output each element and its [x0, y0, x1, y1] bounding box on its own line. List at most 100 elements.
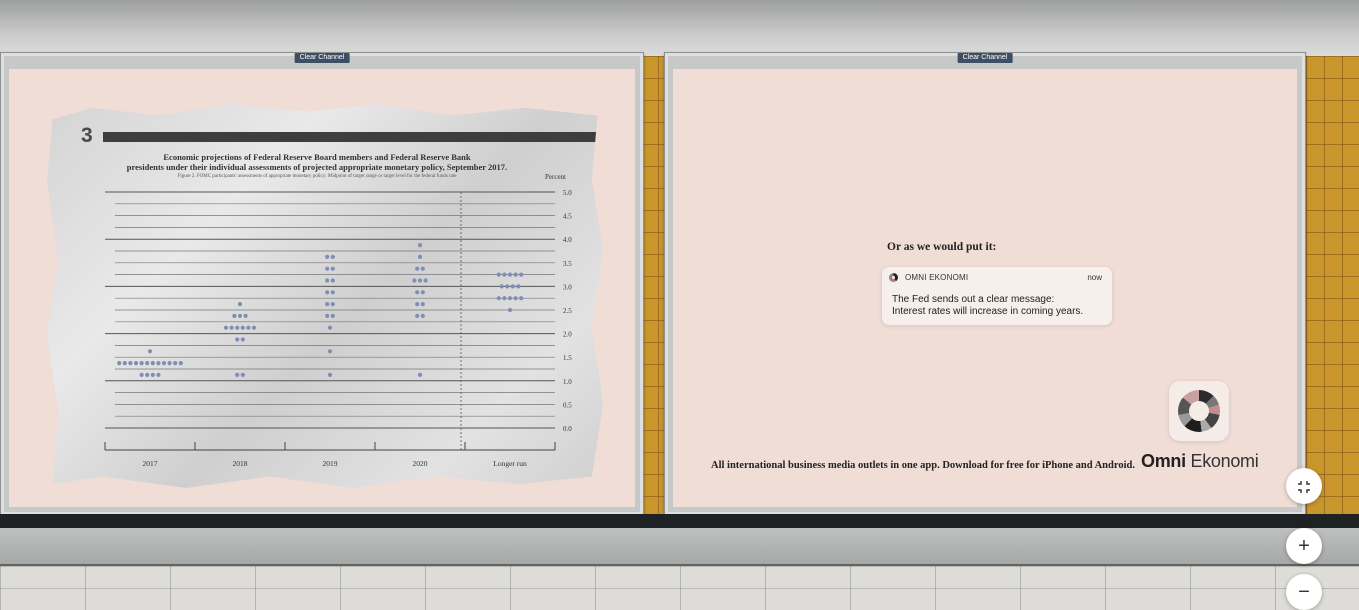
dot-plot-chart: 5.0 4.5 4.0 3.5 3.0 2.5 2.0 1.5 1.0 0.5 0.0 2017 201… [104, 189, 572, 468]
y-tick-label: 3.5 [563, 260, 572, 268]
participant-dot [325, 254, 330, 259]
billboard-brand-tag: Clear Channel [957, 53, 1013, 63]
participant-dot [150, 361, 155, 366]
participant-dot [330, 266, 335, 271]
exit-fullscreen-icon [1298, 480, 1310, 493]
ad-lead-text: Or as we would put it: [887, 241, 997, 253]
participant-dot [423, 278, 428, 283]
participant-dot [519, 296, 524, 301]
participant-dot [237, 313, 243, 318]
omni-ekonomi-app-icon [1169, 381, 1229, 441]
exit-fullscreen-button[interactable] [1286, 468, 1322, 504]
y-tick-label: 0.0 [563, 425, 572, 433]
notification-line-1: The Fed sends out a clear message: [892, 294, 1055, 305]
participant-dot [513, 272, 518, 277]
participant-dot [251, 325, 257, 330]
participant-dot [237, 302, 243, 307]
billboard-right: Clear Channel Or as we would put it: OMN… [664, 52, 1306, 516]
participant-dot [330, 302, 335, 307]
notification-line-2: Interest rates will increase in coming y… [892, 306, 1084, 317]
participant-dot [150, 372, 155, 377]
participant-dot [327, 372, 333, 377]
participant-dot [240, 372, 245, 377]
participant-dot [505, 284, 510, 289]
participant-dot [122, 361, 127, 366]
participant-dot [496, 272, 501, 277]
billboard-left: Clear Channel 3 Economic projections of … [0, 52, 644, 516]
notification-card: OMNI EKONOMI now The Fed sends out a cle… [882, 267, 1112, 325]
participant-dot [417, 372, 423, 377]
participant-dot [240, 325, 245, 330]
participant-dot [325, 278, 330, 283]
participant-dot [420, 313, 425, 318]
omni-ekonomi-logo: Omni Ekonomi [1141, 451, 1259, 472]
x-tick-label: 2017 [143, 459, 158, 468]
participant-dot [513, 296, 518, 301]
participant-dot [325, 302, 330, 307]
x-tick-label: 2018 [233, 459, 248, 468]
participant-dot [147, 349, 153, 354]
participant-dot [516, 284, 521, 289]
participant-dot [420, 290, 425, 295]
participant-dot [417, 278, 423, 283]
omni-app-icon [889, 273, 898, 282]
participant-dot [327, 325, 333, 330]
billboard-brand-tag: Clear Channel [294, 53, 350, 63]
participant-dot [243, 313, 248, 318]
participant-dot [223, 325, 229, 330]
y-tick-label: 2.5 [563, 307, 572, 315]
participant-dot [507, 296, 513, 301]
y-tick-label: 0.5 [563, 401, 572, 409]
participant-dot [417, 243, 423, 248]
participant-dot [235, 372, 240, 377]
participant-dot [330, 278, 335, 283]
zoom-in-button[interactable]: + [1286, 528, 1322, 564]
participant-dot [145, 361, 150, 366]
participant-dot [420, 302, 425, 307]
participant-dot [330, 313, 335, 318]
participant-dot [507, 272, 513, 277]
participant-dot [327, 349, 333, 354]
participant-dot [173, 361, 178, 366]
y-tick-label: 1.0 [563, 378, 572, 386]
participant-dot [330, 290, 335, 295]
y-tick-label: 4.0 [563, 236, 572, 244]
station-ceiling [0, 0, 1359, 56]
y-tick-label: 2.0 [563, 331, 572, 339]
participant-dot [246, 325, 251, 330]
y-tick-label: 5.0 [563, 189, 572, 197]
platform-edge [0, 528, 1359, 566]
x-tick-label: 2019 [323, 459, 338, 468]
participant-dot [167, 361, 172, 366]
participant-dot [415, 290, 420, 295]
participant-dot [240, 337, 245, 342]
y-tick-label: 1.5 [563, 354, 572, 362]
participant-dot [232, 313, 237, 318]
participant-dot [128, 361, 133, 366]
platform-shadow [0, 514, 1359, 528]
participant-dot [502, 296, 507, 301]
participant-dot [325, 313, 330, 318]
participant-dot [139, 372, 144, 377]
participant-dot [156, 372, 161, 377]
notification-app-name: OMNI EKONOMI [905, 273, 969, 282]
participant-dot [178, 361, 183, 366]
participant-dot [117, 361, 122, 366]
y-tick-label: 4.5 [563, 213, 572, 221]
participant-dot [325, 290, 330, 295]
participant-dot [496, 296, 501, 301]
participant-dot [325, 266, 330, 271]
zoom-out-button[interactable]: − [1286, 574, 1322, 610]
participant-dot [235, 337, 240, 342]
platform-floor [0, 566, 1359, 610]
participant-dot [417, 254, 423, 259]
participant-dot [519, 272, 524, 277]
participant-dot [330, 254, 335, 259]
billboard-left-poster: 3 Economic projections of Federal Reserv… [9, 69, 635, 507]
participant-dot [415, 313, 420, 318]
y-tick-label: 3.0 [563, 283, 572, 291]
participant-dot [156, 361, 161, 366]
participant-dot [420, 266, 425, 271]
notification-time: now [1087, 273, 1102, 282]
participant-dot [499, 284, 504, 289]
